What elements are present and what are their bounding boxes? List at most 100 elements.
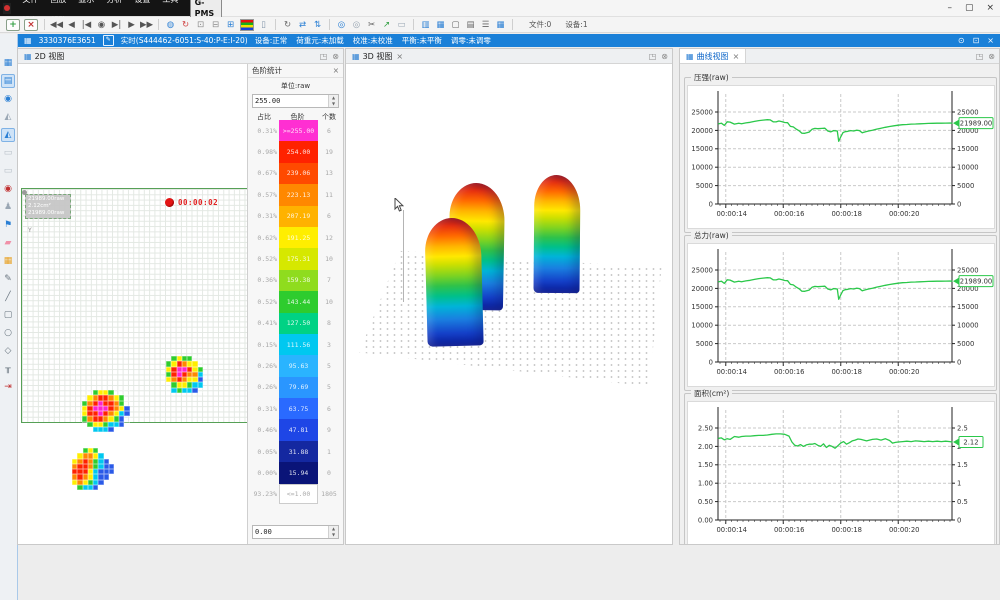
menu-item-4[interactable]: 分析 [100,0,128,4]
close-button[interactable]: × [986,3,994,13]
skip-start-icon[interactable]: |◀ [79,18,94,32]
nut-icon[interactable]: ◉ [1,92,15,106]
menu-item-5[interactable]: 设置 [128,0,156,4]
skip-end-icon[interactable]: ▶| [109,18,124,32]
status-item-5: 调零:未调零 [451,35,491,46]
brush-layers-icon[interactable]: ▤ [1,74,15,88]
list-icon[interactable]: ☰ [478,18,493,32]
stop-record-icon[interactable]: ◉ [94,18,109,32]
avg-box-icon[interactable]: ▭ [1,164,15,178]
layout-3col-icon[interactable]: ▦ [433,18,448,32]
svg-text:25000: 25000 [957,108,979,116]
svg-text:0: 0 [957,516,961,524]
tab-close-icon[interactable]: × [396,52,403,61]
max-level-input[interactable] [253,95,328,107]
circle-tool-icon[interactable]: ○ [1,326,15,340]
chart-plot: 0050005000100001000015000150002000020000… [687,243,995,387]
close-icon[interactable]: × [333,66,339,75]
cut-icon[interactable]: ✂ [364,18,379,32]
record-target-icon[interactable]: ◉ [1,182,15,196]
loop-icon[interactable]: ↻ [178,18,193,32]
legend-percent: 0.52% [251,298,279,306]
eraser-icon[interactable]: ▰ [1,236,15,250]
monitor-icon[interactable]: ▤ [463,18,478,32]
expand-icon[interactable]: ◳ [320,52,328,61]
expand-icon[interactable]: ◳ [976,52,984,61]
polyline-icon[interactable]: ╱ [1,290,15,304]
legend-color-cell: 254.00 [279,141,318,162]
target-gray-icon[interactable]: ◎ [349,18,364,32]
video-speed-icon[interactable]: ⊟ [208,18,223,32]
tab-close-icon[interactable]: × [733,52,740,61]
surface-3d-view[interactable] [346,64,672,544]
tab-2d-view[interactable]: ▦ 2D 视图 [18,49,70,63]
rect-tool-icon[interactable]: ▢ [1,308,15,322]
trash-icon[interactable]: ▯ [256,18,271,32]
expand-icon[interactable]: ◳ [649,52,657,61]
menu-item-2[interactable]: 回放 [44,0,72,4]
toolbar-separator [275,19,276,30]
legend-count: 8 [318,319,340,327]
probe-icon[interactable]: ♟ [1,200,15,214]
close-window-icon[interactable]: × [24,19,38,31]
step-back-icon[interactable]: ◀ [64,18,79,32]
target-blue-icon[interactable]: ◎ [334,18,349,32]
tab-3d-view[interactable]: ▦ 3D 视图 × [346,49,409,63]
avg-line-icon[interactable]: ▭ [1,146,15,160]
export-icon[interactable]: ↗ [379,18,394,32]
legend-count: 6 [318,212,340,220]
menu-item-6[interactable]: 工具 [156,0,184,4]
min-level-input[interactable] [253,526,328,538]
rewind-icon[interactable]: ◀◀ [49,18,64,32]
dock-maximize-icon[interactable]: ⊡ [973,36,980,45]
cone-blue-icon[interactable]: ◭ [1,128,15,142]
grid-window-icon[interactable]: ▦ [1,56,15,70]
color-scale-panel: 色阶统计 × 单位:raw ▲▼ 占比色阶个数 0.31%>=255.0060.… [247,64,343,544]
unit-label: 单位:raw [248,81,343,91]
pin-icon[interactable]: ⊗ [661,52,668,61]
svg-text:00:00:20: 00:00:20 [889,210,920,218]
palette-grid-icon[interactable]: ▦ [1,254,15,268]
edit-icon[interactable]: ✎ [103,35,114,46]
titlebar: 文件回放显示分析设置工具设备帮助 G-PMS – ▢ × [0,0,1000,17]
video-refresh-icon[interactable]: ⊞ [223,18,238,32]
layout-2col-icon[interactable]: ▥ [418,18,433,32]
min-level-spinner[interactable]: ▲▼ [328,526,338,538]
pencil-icon[interactable]: ✎ [1,272,15,286]
video-icon[interactable]: ⊡ [193,18,208,32]
view-tab-icon: ▦ [686,52,694,61]
export-arrow-icon[interactable]: ⇥ [1,380,15,394]
tab-curve-view[interactable]: ▦ 曲线视图 × [680,49,746,63]
minimize-button[interactable]: – [947,3,952,13]
svg-text:00:00:14: 00:00:14 [716,210,747,218]
pressure-grid-2d[interactable]: 21989.00raw 2.12cm² 21989.00raw Y 00:00:… [21,188,248,423]
select-rect-icon[interactable]: ▭ [394,18,409,32]
palette-icon[interactable] [240,19,254,31]
add-window-icon[interactable]: + [6,19,20,31]
bridge-icon[interactable]: ╥ [1,362,15,376]
flip-vertical-icon[interactable]: ⇅ [310,18,325,32]
dock-float-icon[interactable]: ⊙ [958,36,965,45]
svg-text:5000: 5000 [957,340,974,348]
dock-close-icon[interactable]: × [987,36,994,45]
pin-pen-icon[interactable]: ⚑ [1,218,15,232]
pin-icon[interactable]: ⊗ [332,52,339,61]
fast-forward-icon[interactable]: ▶▶ [139,18,154,32]
max-level-spinner[interactable]: ▲▼ [328,95,338,107]
pin-icon[interactable]: ⊗ [988,52,995,61]
rotate-icon[interactable]: ↻ [280,18,295,32]
flip-horizontal-icon[interactable]: ⇄ [295,18,310,32]
grid-blue-icon[interactable]: ▦ [493,18,508,32]
play-icon[interactable]: ▶ [124,18,139,32]
cone-gray-icon[interactable]: ◭ [1,110,15,124]
menu-item-1[interactable]: 文件 [16,0,44,4]
float-window-icon[interactable]: ▢ [448,18,463,32]
legend-row-4: 0.57%223.1311 [248,184,343,205]
polygon-tool-icon[interactable]: ◇ [1,344,15,358]
marker-pin-icon[interactable]: ◍ [163,18,178,32]
toolbar-separator [158,19,159,30]
tooltip-handle[interactable] [22,190,27,195]
svg-text:2.50: 2.50 [698,424,713,432]
maximize-button[interactable]: ▢ [965,3,974,13]
menu-item-3[interactable]: 显示 [72,0,100,4]
